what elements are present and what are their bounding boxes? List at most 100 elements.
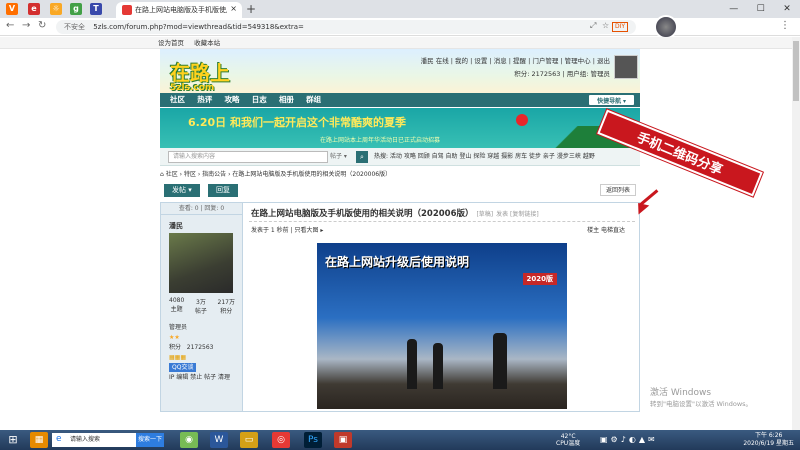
photoshop-icon[interactable]: Ps bbox=[304, 432, 322, 448]
minimize-icon[interactable]: — bbox=[729, 4, 738, 14]
floor-jump[interactable]: 楼主 电梯直达 bbox=[587, 225, 625, 234]
scrollbar[interactable] bbox=[792, 37, 800, 430]
start-button[interactable]: ⊞ bbox=[4, 432, 22, 448]
search-button[interactable]: ⌕ bbox=[356, 151, 368, 163]
time-text: 下午 6:26 bbox=[754, 432, 783, 439]
messages-link[interactable]: 消息 bbox=[494, 57, 507, 65]
temp-label: CPU温度 bbox=[556, 440, 581, 447]
tray-icons[interactable]: ▣⚙♪◐▲✉ bbox=[600, 435, 658, 444]
reply-button[interactable]: 回复 bbox=[208, 184, 238, 197]
site-logo[interactable]: 在路上 5zls.com bbox=[170, 57, 230, 93]
menu-icon[interactable]: ⋮ bbox=[780, 20, 790, 31]
active-tab[interactable]: 在路上网站电脑版及手机版使用… × bbox=[116, 2, 242, 18]
post-title-row: 在路上网站电脑版及手机版使用的相关说明（202006版） [草稿] 发表 [复制… bbox=[251, 207, 539, 219]
folder-icon[interactable]: ▭ bbox=[240, 432, 258, 448]
points-label: 积分 bbox=[169, 344, 182, 351]
address-bar[interactable]: 不安全 5zls.com/forum.php?mod=viewthread&ti… bbox=[56, 20, 636, 34]
star-icon[interactable]: ☆ bbox=[602, 21, 609, 30]
new-post-button[interactable]: 发帖 ▾ bbox=[164, 184, 200, 197]
nav-community[interactable]: 社区 bbox=[170, 95, 185, 104]
site-header: 在路上 5zls.com 潘民 在线 | 我的 | 设置 | 消息 | 提醒 |… bbox=[160, 49, 640, 93]
search-bar: 请输入搜索内容 帖子 ▾ ⌕ 热搜: 活动 攻略 回顾 自驾 自助 登山 探险 … bbox=[160, 148, 640, 166]
post-title: 在路上网站电脑版及手机版使用的相关说明（202006版） bbox=[251, 209, 474, 219]
author-role[interactable]: 管理员 bbox=[169, 323, 230, 333]
admin-center-link[interactable]: 管理中心 bbox=[565, 57, 591, 65]
status-text: 在线 bbox=[435, 57, 449, 65]
expand-icon[interactable]: ⤢ bbox=[590, 21, 596, 31]
user-group[interactable]: 用户组: 管理员 bbox=[567, 70, 610, 78]
search-input[interactable]: 请输入搜索内容 bbox=[168, 151, 328, 163]
settings-link[interactable]: 设置 bbox=[474, 57, 487, 65]
reload-icon[interactable]: ↻ bbox=[38, 20, 46, 31]
home-icon[interactable]: ⌂ bbox=[160, 171, 164, 178]
maximize-icon[interactable]: ☐ bbox=[757, 4, 765, 14]
tab-favicon-icon[interactable]: g bbox=[70, 3, 82, 15]
tab-favicon-icon[interactable]: e bbox=[28, 3, 40, 15]
hiker-figure bbox=[407, 339, 417, 389]
nav-albums[interactable]: 相册 bbox=[279, 95, 294, 104]
tab-favicon-icon[interactable]: V bbox=[6, 3, 18, 15]
word-icon[interactable]: W bbox=[210, 432, 228, 448]
cpu-temp[interactable]: 42°C CPU温度 bbox=[556, 433, 580, 447]
notices-link[interactable]: 提醒 bbox=[513, 57, 526, 65]
breadcrumb-text[interactable]: 社区 › 特区 › 指南公告 › 在路上网站电脑版及手机版使用的相关说明（202… bbox=[166, 171, 391, 178]
nav-hot[interactable]: 热评 bbox=[197, 95, 212, 104]
stat-points[interactable]: 217万 积分 bbox=[218, 297, 235, 315]
author-details: 管理员 ★★ 积分 2172563 ▦▦▦ QQ交谈 IP 编辑 禁止 帖子 清… bbox=[169, 323, 230, 383]
username-link[interactable]: 潘民 bbox=[421, 57, 434, 65]
security-label: 不安全 bbox=[64, 23, 85, 31]
promo-banner[interactable]: 6.20日 和我们一起开启这个非常酷爽的夏季 在路上网站本上周年华活动日已正式启… bbox=[160, 108, 640, 148]
stat-label: 帖子 bbox=[194, 308, 207, 315]
author-name[interactable]: 潘民 bbox=[161, 215, 242, 231]
author-avatar[interactable] bbox=[169, 233, 233, 293]
nav-blogs[interactable]: 日志 bbox=[252, 95, 267, 104]
app-icon[interactable]: ▦ bbox=[30, 432, 48, 448]
user-points[interactable]: 积分: 2172563 bbox=[514, 70, 560, 78]
qq-chat-button[interactable]: QQ交谈 bbox=[169, 363, 197, 372]
quick-nav-button[interactable]: 快捷导航 ▾ bbox=[589, 95, 634, 105]
image-badge: 2020版 bbox=[522, 273, 557, 285]
stat-topics[interactable]: 4080 主题 bbox=[169, 297, 184, 315]
chrome-icon[interactable]: ◎ bbox=[272, 432, 290, 448]
new-tab-button[interactable]: + bbox=[246, 2, 256, 16]
window-controls: — ☐ ✕ bbox=[720, 0, 800, 18]
set-homepage-link[interactable]: 设为首页 bbox=[158, 39, 184, 47]
stat-posts[interactable]: 3万帖子 bbox=[195, 297, 207, 315]
post-image[interactable]: 在路上网站升级后使用说明 2020版 bbox=[317, 243, 567, 409]
portal-admin-link[interactable]: 门户管理 bbox=[532, 57, 558, 65]
media-icon[interactable]: ◉ bbox=[180, 432, 198, 448]
diy-badge[interactable]: DIY bbox=[612, 22, 629, 32]
admin-links[interactable]: IP 编辑 禁止 帖子 清理 bbox=[169, 373, 230, 383]
logout-link[interactable]: 退出 bbox=[597, 57, 610, 65]
taskbar-search-button[interactable]: 搜索一下 bbox=[136, 433, 164, 447]
copy-link[interactable]: 发表 [复制链接] bbox=[496, 211, 539, 218]
search-scope-select[interactable]: 帖子 ▾ bbox=[330, 151, 352, 163]
search-scope-label: 帖子 bbox=[330, 153, 343, 160]
my-link[interactable]: 我的 bbox=[455, 57, 468, 65]
forward-icon[interactable]: → bbox=[22, 20, 30, 31]
post-content: 在路上网站电脑版及手机版使用的相关说明（202006版） [草稿] 发表 [复制… bbox=[245, 203, 639, 411]
post-meta[interactable]: 发表于 1 秒前 | 只看大图 ▸ bbox=[251, 225, 323, 234]
back-to-list-button[interactable]: 返回列表 bbox=[599, 184, 636, 196]
draft-tag: [草稿] bbox=[476, 211, 494, 218]
profile-avatar[interactable] bbox=[654, 15, 678, 39]
scrollbar-thumb[interactable] bbox=[793, 41, 799, 101]
bookmark-link[interactable]: 收藏本站 bbox=[194, 39, 220, 47]
tab-favicon-icon[interactable]: ☼ bbox=[50, 3, 62, 15]
author-sidebar: 查看: 0 | 回复: 0 潘民 4080 主题 3万帖子 217万 积分 管理员 … bbox=[161, 203, 243, 411]
nav-guides[interactable]: 攻略 bbox=[224, 95, 239, 104]
view-reply-stat: 查看: 0 | 回复: 0 bbox=[161, 203, 242, 215]
user-avatar[interactable] bbox=[614, 55, 638, 79]
back-icon[interactable]: ← bbox=[6, 20, 14, 31]
stat-value: 3万 bbox=[196, 299, 206, 306]
taskbar-search-input[interactable]: 请输入搜索 bbox=[52, 433, 136, 447]
browser-tab-strip: V e ☼ g T 在路上网站电脑版及手机版使用… × + — ☐ ✕ bbox=[0, 0, 800, 18]
hot-searches[interactable]: 热搜: 活动 攻略 回顾 自驾 自助 登山 探险 穿越 摄影 房车 徒步 亲子 … bbox=[374, 151, 595, 163]
browser-app-icon[interactable]: ▣ bbox=[334, 432, 352, 448]
post-actions: 发帖 ▾ 回复 返回列表 bbox=[160, 184, 640, 198]
close-tab-icon[interactable]: × bbox=[230, 4, 237, 13]
clock[interactable]: 下午 6:26 2020/6/19 星期五 bbox=[743, 432, 794, 448]
tab-favicon-icon[interactable]: T bbox=[90, 3, 102, 15]
close-window-icon[interactable]: ✕ bbox=[783, 4, 791, 14]
nav-groups[interactable]: 群组 bbox=[306, 95, 321, 104]
